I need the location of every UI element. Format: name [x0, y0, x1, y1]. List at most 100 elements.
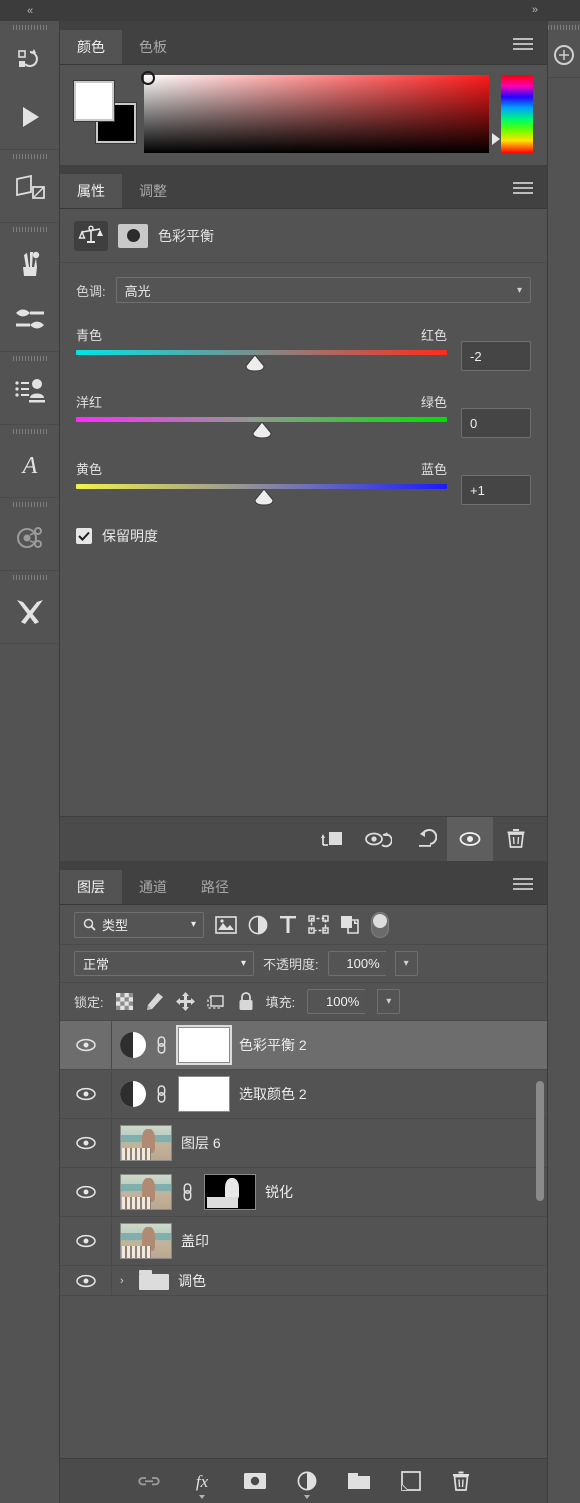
layer-mask-thumbnail[interactable] [178, 1027, 230, 1063]
tab-paths[interactable]: 路径 [184, 870, 246, 904]
slider-yellow-blue-value[interactable]: +1 [461, 475, 531, 505]
brush-settings-icon[interactable] [0, 291, 59, 347]
layer-visibility-toggle[interactable] [60, 1217, 112, 1265]
actions-play-icon[interactable] [0, 89, 59, 145]
panel-drag-grip[interactable] [0, 498, 59, 510]
filter-pixel-icon[interactable] [215, 915, 237, 934]
layer-mask-thumbnail[interactable] [204, 1174, 256, 1210]
panel-drag-grip[interactable] [0, 352, 59, 364]
new-layer-button[interactable] [400, 1471, 421, 1491]
filter-shape-icon[interactable] [308, 915, 329, 934]
layer-visibility-toggle[interactable] [60, 1119, 112, 1167]
slider-magenta-green-handle[interactable] [251, 422, 272, 439]
panel-drag-grip[interactable] [0, 425, 59, 437]
hue-strip[interactable] [492, 75, 533, 153]
mask-link-icon[interactable] [155, 1083, 169, 1105]
fill-value[interactable]: 100% [307, 989, 366, 1014]
adjustment-dropdown-arrow-icon[interactable] [303, 1495, 310, 1499]
folder-icon[interactable] [139, 1269, 169, 1292]
filter-enable-toggle[interactable] [371, 911, 389, 938]
table-row[interactable]: 选取颜色 2 [60, 1070, 547, 1119]
timeline-icon[interactable] [0, 510, 59, 566]
table-row[interactable]: 图层 6 [60, 1119, 547, 1168]
tab-channels[interactable]: 通道 [122, 870, 184, 904]
table-row[interactable]: 盖印 [60, 1217, 547, 1266]
lock-image-pixels-icon[interactable] [145, 992, 164, 1011]
layer-name[interactable]: 选取颜色 2 [239, 1084, 307, 1104]
delete-layer-button[interactable] [451, 1471, 471, 1492]
layer-visibility-toggle[interactable] [60, 1070, 112, 1118]
adjustment-thumbnail[interactable] [120, 1081, 146, 1107]
hue-marker-icon[interactable] [492, 133, 500, 145]
lock-artboard-icon[interactable] [206, 993, 226, 1011]
table-row[interactable]: 锐化 [60, 1168, 547, 1217]
layer-visibility-toggle[interactable] [60, 1266, 112, 1295]
mask-link-icon[interactable] [181, 1181, 195, 1203]
clone-source-icon[interactable] [0, 364, 59, 420]
filter-type-icon[interactable] [279, 915, 297, 934]
layer-name[interactable]: 盖印 [181, 1231, 209, 1251]
saturation-brightness-field[interactable] [141, 71, 489, 153]
layer-visibility-toggle[interactable] [60, 1168, 112, 1216]
layer-thumbnail[interactable] [120, 1125, 172, 1161]
slider-cyan-red-track-wrap[interactable] [76, 350, 447, 378]
tone-select[interactable]: 高光 ▾ [115, 277, 531, 303]
delete-button[interactable] [493, 817, 539, 862]
tab-swatches[interactable]: 色板 [122, 30, 184, 64]
tab-adjustments[interactable]: 调整 [122, 174, 184, 208]
tab-color[interactable]: 颜色 [60, 30, 122, 64]
fx-dropdown-arrow-icon[interactable] [198, 1495, 205, 1499]
slider-yellow-blue-handle[interactable] [254, 489, 274, 506]
link-layers-button[interactable] [137, 1474, 161, 1488]
filter-smart-object-icon[interactable] [340, 915, 360, 934]
adjustment-thumbnail[interactable] [120, 1032, 146, 1058]
slider-cyan-red-handle[interactable] [245, 355, 265, 372]
tools-icon[interactable] [0, 583, 59, 639]
layer-style-fx-button[interactable]: fx [191, 1471, 213, 1499]
lock-all-icon[interactable] [238, 992, 254, 1011]
collapse-left-chevron-icon[interactable]: « [27, 5, 33, 17]
collapse-right-chevron-icon[interactable]: » [532, 4, 538, 16]
layer-comps-icon[interactable] [0, 162, 59, 218]
opacity-stepper[interactable]: ▾ [394, 951, 418, 976]
slider-magenta-green-track-wrap[interactable] [76, 417, 447, 445]
lock-transparent-pixels-icon[interactable] [115, 993, 133, 1010]
new-adjustment-layer-button[interactable] [297, 1471, 317, 1499]
panel-drag-grip[interactable] [0, 21, 59, 33]
slider-magenta-green-value[interactable]: 0 [461, 408, 531, 438]
layer-visibility-toggle[interactable] [60, 1021, 112, 1069]
new-group-button[interactable] [347, 1472, 371, 1490]
color-panel-menu-icon[interactable] [513, 38, 533, 50]
history-icon[interactable] [0, 33, 59, 89]
panel-drag-grip[interactable] [0, 571, 59, 583]
group-expand-chevron-icon[interactable]: › [120, 1275, 130, 1287]
panel-drag-grip[interactable] [548, 21, 580, 33]
panel-drag-grip[interactable] [0, 150, 59, 162]
layer-name[interactable]: 图层 6 [181, 1133, 221, 1153]
character-icon[interactable]: A [0, 437, 59, 493]
color-picker-ring[interactable] [141, 71, 155, 85]
brushes-jar-icon[interactable] [0, 235, 59, 291]
mask-link-icon[interactable] [155, 1034, 169, 1056]
layer-list-scrollbar[interactable] [536, 1081, 544, 1201]
filter-kind-select[interactable]: 类型 ▾ [74, 911, 204, 938]
clip-to-layer-button[interactable] [309, 817, 355, 862]
preserve-luminosity-row[interactable]: 保留明度 [76, 526, 531, 546]
layer-mask-thumbnail[interactable] [178, 1076, 230, 1112]
layer-name[interactable]: 色彩平衡 2 [239, 1035, 307, 1055]
preserve-luminosity-checkbox[interactable] [76, 528, 92, 544]
left-rail-collapse-bar[interactable]: « [0, 0, 59, 21]
table-row[interactable]: › 调色 [60, 1266, 547, 1296]
foreground-color-swatch[interactable] [74, 81, 114, 121]
blend-mode-select[interactable]: 正常 ▾ [74, 951, 254, 976]
opacity-value[interactable]: 100% [327, 951, 386, 976]
reset-button[interactable] [401, 817, 447, 862]
toggle-visibility-button[interactable] [447, 816, 493, 862]
table-row[interactable]: 色彩平衡 2 [60, 1021, 547, 1070]
preview-previous-state-button[interactable] [355, 817, 401, 862]
fill-stepper[interactable]: ▾ [377, 989, 401, 1014]
tab-properties[interactable]: 属性 [60, 174, 122, 208]
filter-adjustment-icon[interactable] [248, 915, 268, 935]
slider-yellow-blue-track-wrap[interactable] [76, 484, 447, 512]
lock-position-icon[interactable] [175, 992, 195, 1011]
